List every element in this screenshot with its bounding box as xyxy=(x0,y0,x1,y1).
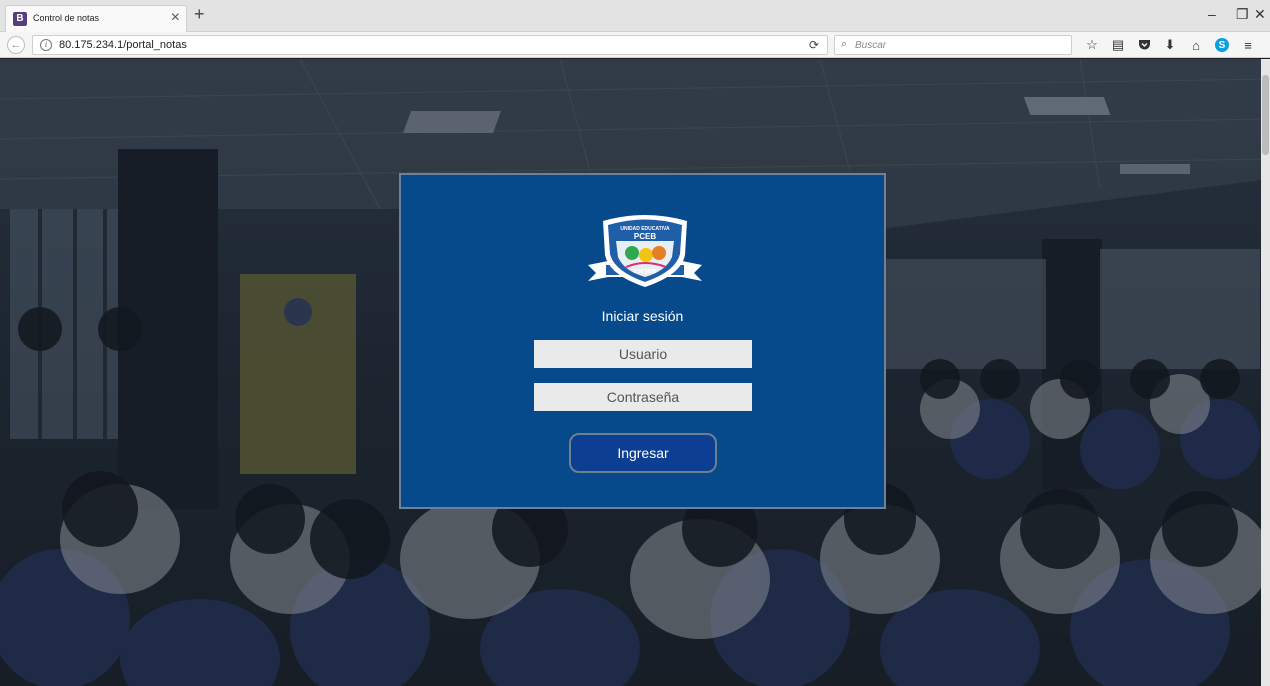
star-icon[interactable]: ☆ xyxy=(1080,35,1104,55)
minimize-window-icon[interactable]: – xyxy=(1208,6,1216,22)
school-shield-icon: UNIDAD EDUCATIVA PCEB 2.00 MOD xyxy=(588,215,702,287)
tab-title: Control de notas xyxy=(33,13,100,23)
reload-icon[interactable]: ⟳ xyxy=(809,38,819,52)
url-text[interactable]: 80.175.234.1/portal_notas xyxy=(59,39,187,51)
skype-icon-button[interactable]: S xyxy=(1210,35,1234,55)
close-window-icon[interactable]: ✕ xyxy=(1254,6,1266,22)
page-viewport: UNIDAD EDUCATIVA PCEB 2.00 MOD Iniciar s… xyxy=(0,59,1270,686)
tab-strip: B Control de notas × + – ❐ ✕ xyxy=(0,0,1270,32)
new-tab-icon[interactable]: + xyxy=(194,4,205,24)
toolbar-icons: ☆ ▤ ⬇ ⌂ S ≡ xyxy=(1080,35,1262,55)
menu-icon[interactable]: ≡ xyxy=(1236,35,1260,55)
username-field[interactable] xyxy=(534,340,752,368)
browser-tab[interactable]: B Control de notas × xyxy=(5,5,187,32)
school-logo: UNIDAD EDUCATIVA PCEB 2.00 MOD xyxy=(586,211,704,291)
scrollbar-thumb[interactable] xyxy=(1262,75,1269,155)
close-tab-icon[interactable]: × xyxy=(171,8,180,28)
navigation-bar: ← i 80.175.234.1/portal_notas ⟳ ⌕ Buscar… xyxy=(0,32,1270,58)
reading-list-icon[interactable]: ▤ xyxy=(1106,35,1130,55)
svg-text:PCEB: PCEB xyxy=(634,232,656,241)
search-bar[interactable]: ⌕ Buscar xyxy=(834,35,1072,55)
search-icon: ⌕ xyxy=(841,38,848,50)
login-button[interactable]: Ingresar xyxy=(569,433,717,473)
page-scrollbar[interactable] xyxy=(1261,59,1270,686)
pocket-icon[interactable] xyxy=(1132,35,1156,55)
download-icon[interactable]: ⬇ xyxy=(1158,35,1182,55)
back-arrow-icon[interactable]: ← xyxy=(7,36,25,54)
skype-icon: S xyxy=(1215,38,1229,52)
svg-text:2.00 MOD: 2.00 MOD xyxy=(634,269,657,275)
search-placeholder[interactable]: Buscar xyxy=(855,40,886,51)
address-bar[interactable]: i 80.175.234.1/portal_notas ⟳ xyxy=(32,35,828,55)
login-card: UNIDAD EDUCATIVA PCEB 2.00 MOD Iniciar s… xyxy=(399,173,886,509)
info-icon[interactable]: i xyxy=(40,39,52,51)
bootstrap-favicon-icon: B xyxy=(13,12,27,26)
restore-window-icon[interactable]: ❐ xyxy=(1236,6,1249,22)
login-title: Iniciar sesión xyxy=(601,308,684,324)
password-field[interactable] xyxy=(534,383,752,411)
home-icon[interactable]: ⌂ xyxy=(1184,35,1208,55)
